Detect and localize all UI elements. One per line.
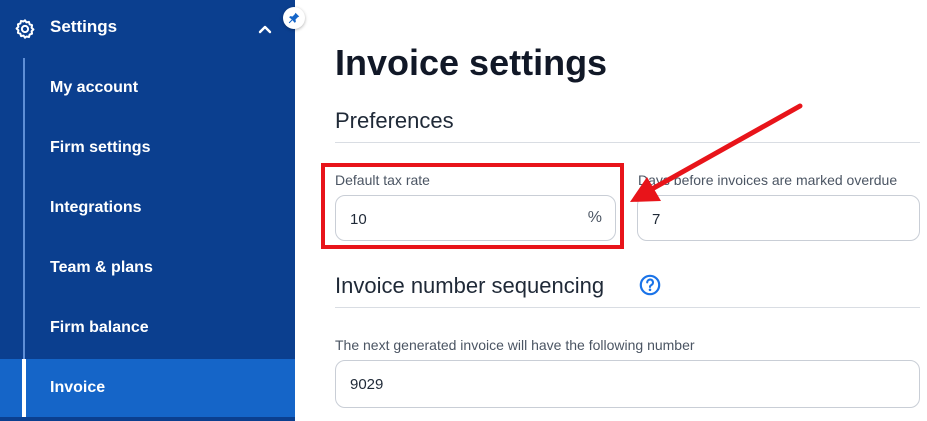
sidebar-item-label: My account <box>50 79 139 96</box>
sidebar-header-settings[interactable]: Settings <box>0 0 295 56</box>
sidebar-item-integrations[interactable]: Integrations <box>0 179 295 237</box>
settings-sidebar: Settings My account Firm settings Integr… <box>0 0 305 421</box>
sidebar-item-label: Team & plans <box>50 259 153 276</box>
annotation-highlight-box <box>321 163 624 249</box>
sidebar-header-label: Settings <box>50 17 118 36</box>
next-invoice-number-input[interactable]: 9029 <box>335 360 920 408</box>
sidebar-item-firm-balance[interactable]: Firm balance <box>0 299 295 357</box>
overdue-days-value: 7 <box>652 211 661 228</box>
sidebar-item-invoice[interactable]: Invoice <box>0 359 295 417</box>
sidebar-item-label: Invoice <box>50 379 106 396</box>
invoice-sequencing-heading: Invoice number sequencing <box>335 273 605 298</box>
sidebar-item-label: Firm settings <box>50 139 151 156</box>
section-divider <box>335 307 920 308</box>
sidebar-item-firm-settings[interactable]: Firm settings <box>0 119 295 177</box>
chevron-up-icon[interactable] <box>257 21 273 37</box>
sidebar-item-my-account[interactable]: My account <box>0 59 295 117</box>
overdue-days-input[interactable]: 7 <box>637 195 920 241</box>
next-invoice-number-value: 9029 <box>350 376 384 393</box>
preferences-heading: Preferences <box>335 108 454 133</box>
sidebar-item-label: Integrations <box>50 199 142 216</box>
overdue-days-label: Days before invoices are marked overdue <box>638 172 898 188</box>
sidebar-item-team-plans[interactable]: Team & plans <box>0 239 295 297</box>
sidebar-item-label: Firm balance <box>50 319 149 336</box>
gear-icon <box>15 19 35 39</box>
question-circle-icon[interactable] <box>639 274 661 296</box>
page-title: Invoice settings <box>335 42 608 83</box>
next-number-label: The next generated invoice will have the… <box>335 337 695 353</box>
section-divider <box>335 142 920 143</box>
